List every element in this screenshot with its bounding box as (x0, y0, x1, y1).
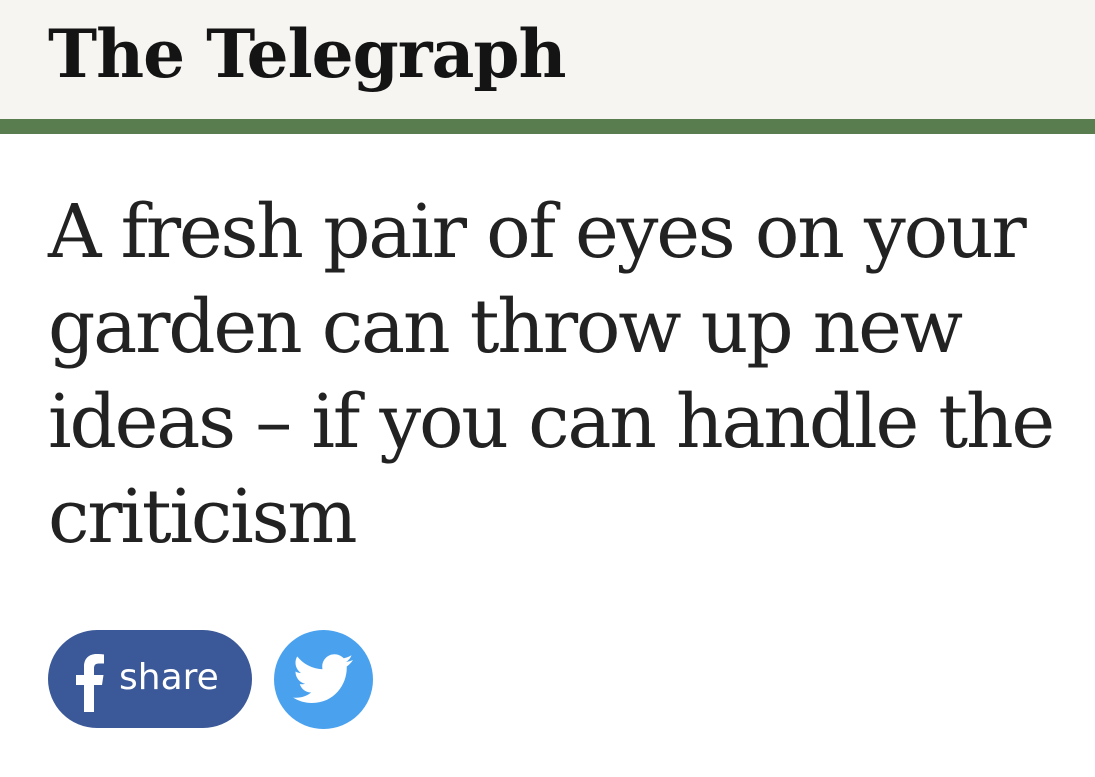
site-header: The Telegraph (0, 0, 1095, 119)
facebook-share-button[interactable]: share (48, 630, 252, 728)
article-headline: A fresh pair of eyes on your garden can … (48, 189, 1055, 560)
twitter-bird-icon (293, 654, 353, 703)
masthead-logo[interactable]: The Telegraph (48, 14, 566, 94)
header-divider (0, 119, 1095, 134)
facebook-share-label: share (119, 657, 219, 698)
facebook-icon (76, 654, 104, 712)
twitter-share-button[interactable] (274, 630, 373, 729)
